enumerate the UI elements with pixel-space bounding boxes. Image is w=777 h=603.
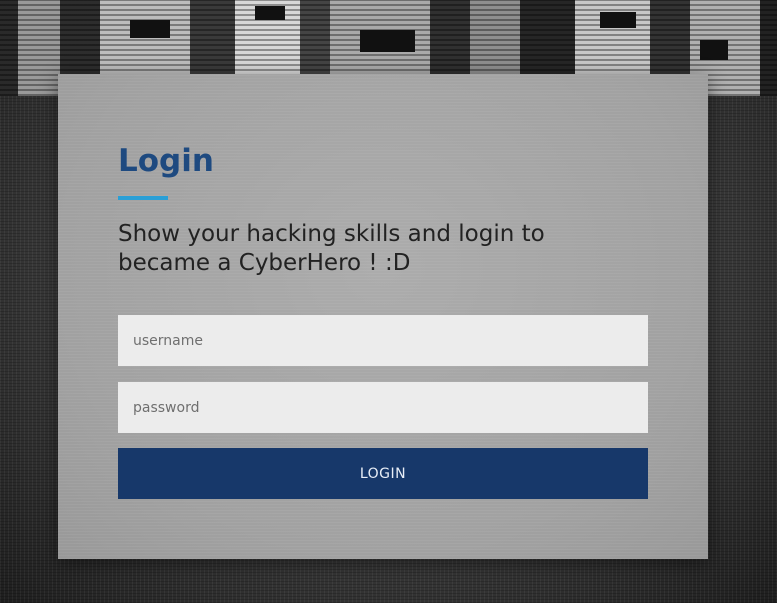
login-subtitle: Show your hacking skills and login to be… (118, 221, 545, 276)
login-button[interactable]: LOGIN (118, 448, 648, 499)
glitch-block (255, 6, 285, 20)
glitch-block (700, 40, 728, 60)
page: { "login": { "title": "Login", "subtitle… (0, 0, 777, 603)
username-input[interactable] (118, 315, 648, 366)
glitch-block (360, 30, 415, 52)
glitch-block (130, 20, 170, 38)
login-title: Login (118, 143, 214, 179)
title-underline (118, 196, 168, 200)
glitch-block (600, 12, 636, 28)
password-input[interactable] (118, 382, 648, 433)
login-card: Login Show your hacking skills and login… (58, 74, 708, 559)
